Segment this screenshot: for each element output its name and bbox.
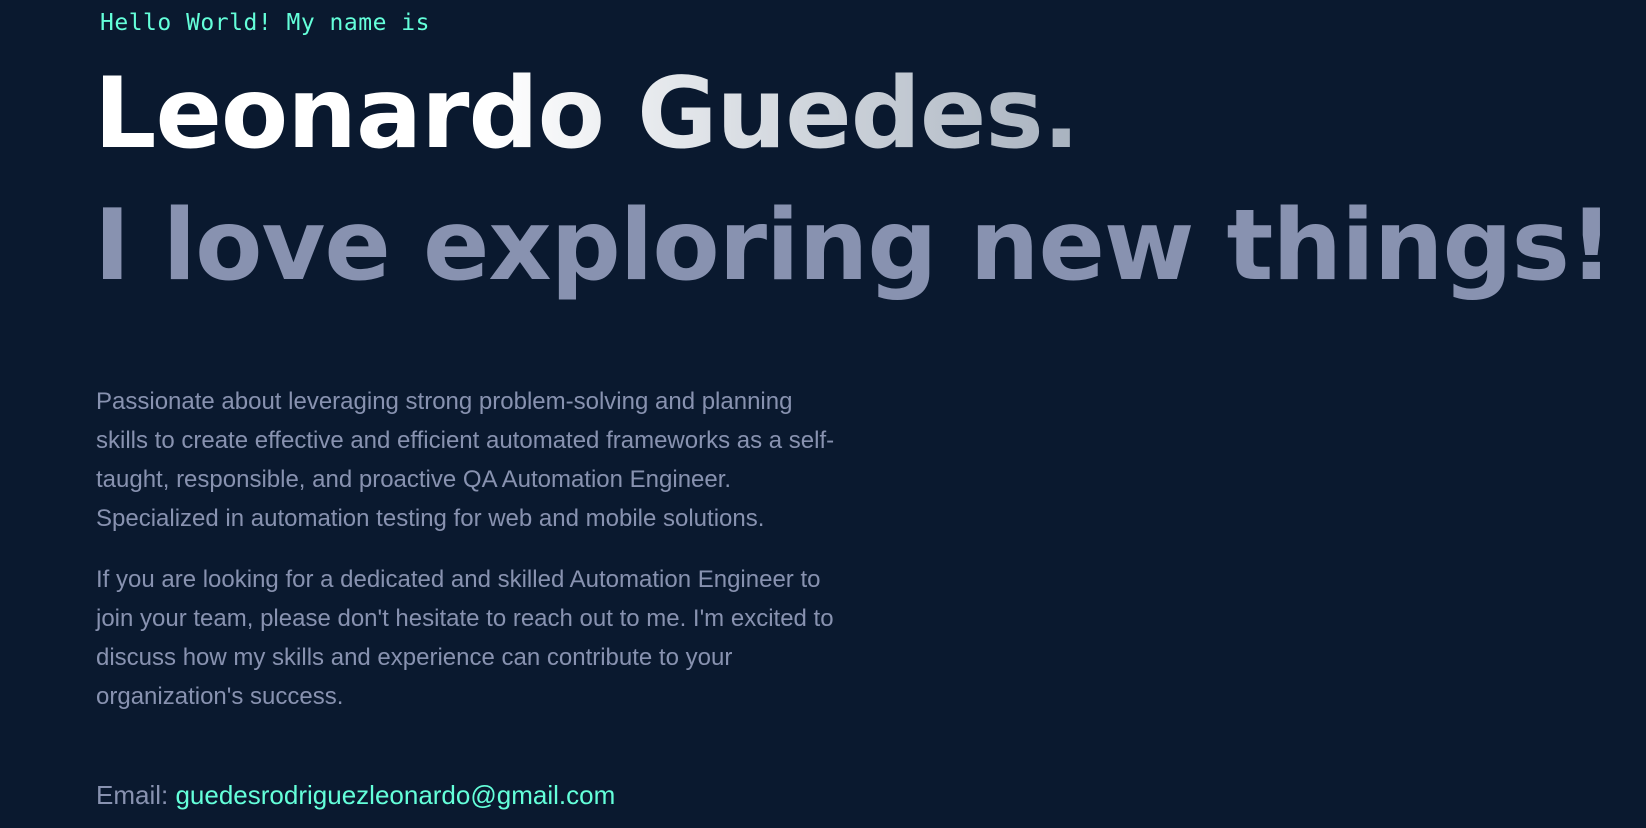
contact-line: Email: guedesrodriguezleonardo@gmail.com	[96, 780, 615, 811]
hero-section: Hello World! My name is Leonardo Guedes.…	[0, 0, 1646, 828]
hero-tagline: I love exploring new things!	[94, 189, 1614, 303]
bio-paragraph: Passionate about leveraging strong probl…	[96, 388, 835, 532]
hero-name: Leonardo Guedes.	[94, 57, 1080, 171]
email-label: Email:	[96, 780, 176, 810]
bio-paragraph: If you are looking for a dedicated and s…	[96, 566, 834, 710]
bio-section: Passionate about leveraging strong probl…	[96, 382, 846, 738]
greeting-text: Hello World! My name is	[100, 10, 430, 36]
email-link[interactable]: guedesrodriguezleonardo@gmail.com	[175, 780, 615, 810]
